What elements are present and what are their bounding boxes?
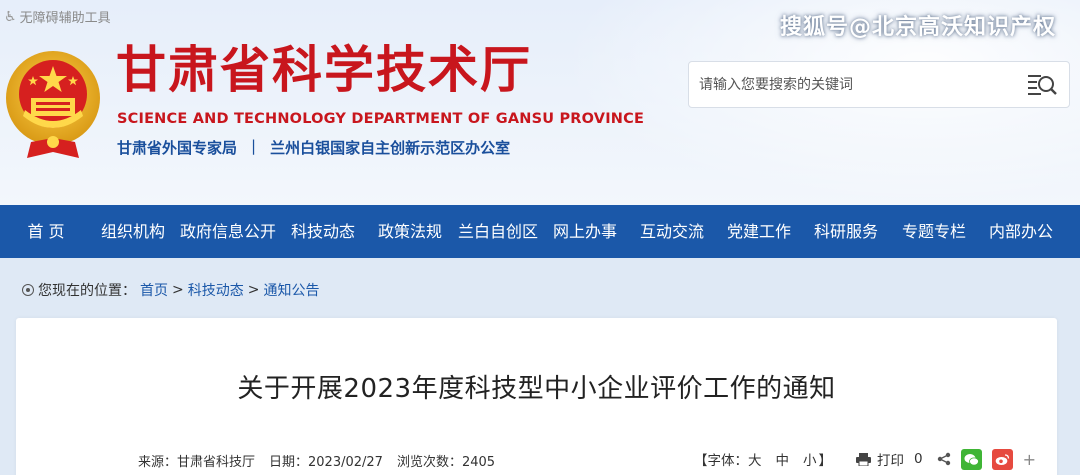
article-title: 关于开展2023年度科技型中小企业评价工作的通知: [237, 374, 836, 404]
article-date: 日期：2023/02/27: [269, 455, 383, 470]
weibo-glyph-icon: [995, 453, 1009, 465]
article-views: 浏览次数：2405: [396, 455, 496, 470]
nav-gov-info[interactable]: 政府信息公开: [179, 205, 277, 258]
search-box: [688, 61, 1070, 108]
font-size-label: 【字体：: [694, 453, 748, 469]
breadcrumb-home[interactable]: 首页: [140, 280, 168, 300]
nav-policy[interactable]: 政策法规: [377, 205, 443, 258]
font-size-small[interactable]: 小: [803, 449, 817, 469]
printer-icon[interactable]: [856, 452, 871, 466]
wechat-share-icon[interactable]: [960, 448, 982, 470]
weibo-share-icon[interactable]: [991, 448, 1013, 470]
share-count: 0: [914, 451, 923, 467]
breadcrumb-label: 您现在的位置：: [38, 283, 136, 299]
wechat-glyph-icon: [964, 453, 979, 465]
nav-organization[interactable]: 组织机构: [100, 205, 166, 258]
breadcrumb: 您现在的位置： 首页 > 科技动态 > 通知公告: [22, 280, 319, 300]
location-icon: [22, 284, 34, 296]
nav-party-building[interactable]: 党建工作: [726, 205, 792, 258]
wheelchair-icon: ♿: [4, 8, 17, 25]
search-icon[interactable]: [1027, 72, 1057, 98]
nav-special-topics[interactable]: 专题专栏: [901, 205, 967, 258]
search-input[interactable]: [689, 64, 1009, 105]
sub-org-foreign-experts[interactable]: 甘肃省外国专家局: [117, 137, 237, 158]
accessibility-tools-link[interactable]: ♿ 无障碍辅助工具: [4, 7, 111, 27]
breadcrumb-notices[interactable]: 通知公告: [263, 280, 319, 300]
nav-research-services[interactable]: 科研服务: [813, 205, 879, 258]
font-size-medium[interactable]: 中: [776, 449, 790, 469]
sub-organizations: 甘肃省外国专家局 | 兰州白银国家自主创新示范区办公室: [117, 137, 510, 158]
nav-interaction[interactable]: 互动交流: [639, 205, 705, 258]
breadcrumb-separator: >: [172, 282, 184, 298]
nav-online-services[interactable]: 网上办事: [552, 205, 618, 258]
plus-icon[interactable]: +: [1023, 450, 1036, 469]
font-size-close: 】: [818, 453, 833, 469]
nav-home[interactable]: 首 页: [26, 205, 66, 258]
main-navigation: 首 页 组织机构 政府信息公开 科技动态 政策法规 兰白自创区 网上办事 互动交…: [0, 205, 1080, 258]
share-icon[interactable]: [937, 452, 951, 466]
header-banner: ♿ 无障碍辅助工具 搜狐号@北京高沃知识产权 甘肃省科学技术厅 SCIENCE …: [0, 0, 1080, 205]
nav-lanbai-zone[interactable]: 兰白自创区: [457, 205, 539, 258]
sub-org-innovation-zone[interactable]: 兰州白银国家自主创新示范区办公室: [270, 137, 510, 158]
site-title-english: SCIENCE AND TECHNOLOGY DEPARTMENT OF GAN…: [117, 111, 645, 127]
font-size-large[interactable]: 大: [748, 449, 762, 469]
article-meta: 来源：甘肃省科技厅 日期：2023/02/27 浏览次数：2405: [138, 451, 495, 470]
watermark: 搜狐号@北京高沃知识产权: [779, 15, 1056, 40]
sub-org-separator: |: [251, 137, 257, 155]
nav-tech-news[interactable]: 科技动态: [290, 205, 356, 258]
nav-internal-office[interactable]: 内部办公: [988, 205, 1054, 258]
breadcrumb-separator: >: [247, 282, 260, 298]
article-source: 来源：甘肃省科技厅: [138, 455, 256, 470]
accessibility-tools-label: 无障碍辅助工具: [19, 11, 111, 26]
national-emblem-icon: [6, 51, 100, 158]
print-button[interactable]: 打印: [877, 449, 904, 469]
breadcrumb-tech-news[interactable]: 科技动态: [188, 280, 244, 300]
article-tools: 【字体： 大 中 小 】 打印 0 +: [694, 448, 1036, 470]
site-title: 甘肃省科学技术厅: [116, 41, 532, 99]
article-panel: 关于开展2023年度科技型中小企业评价工作的通知 来源：甘肃省科技厅 日期：20…: [16, 318, 1057, 475]
